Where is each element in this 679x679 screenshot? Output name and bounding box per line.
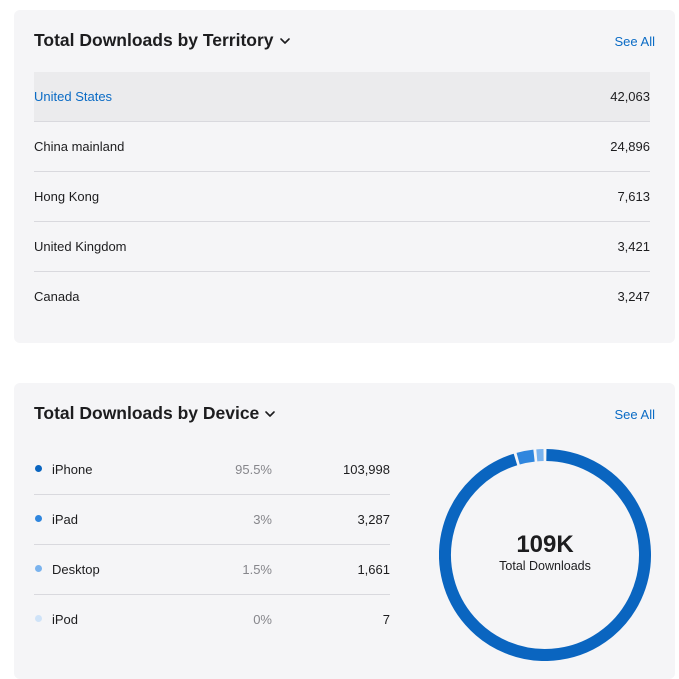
device-title-dropdown[interactable]: Total Downloads by Device: [34, 403, 276, 424]
device-percent: 3%: [253, 512, 272, 527]
device-name: iPod: [52, 612, 79, 627]
chevron-down-icon: [265, 410, 276, 417]
territory-value: 3,421: [617, 239, 650, 254]
dot-icon: [35, 615, 42, 622]
territory-name: Canada: [34, 289, 80, 304]
device-table: iPhone 95.5% 103,998 iPad 3% 3,287 Deskt…: [34, 445, 390, 645]
territory-value: 42,063: [610, 89, 650, 104]
donut-caption: Total Downloads: [499, 559, 591, 573]
device-percent: 0%: [253, 612, 272, 627]
device-percent: 1.5%: [242, 562, 272, 577]
device-percent: 95.5%: [235, 462, 272, 477]
territory-name: United Kingdom: [34, 239, 127, 254]
territory-row[interactable]: China mainland 24,896: [34, 122, 650, 172]
dot-icon: [35, 565, 42, 572]
territory-see-all-link[interactable]: See All: [615, 34, 655, 49]
territory-card: Total Downloads by Territory See All Uni…: [14, 10, 675, 343]
territory-name[interactable]: United States: [34, 89, 112, 104]
device-see-all-link[interactable]: See All: [615, 407, 655, 422]
territory-row[interactable]: Hong Kong 7,613: [34, 172, 650, 222]
territory-value: 24,896: [610, 139, 650, 154]
dot-icon: [35, 465, 42, 472]
device-name: iPhone: [52, 462, 93, 477]
device-value: 103,998: [343, 462, 390, 477]
device-title: Total Downloads by Device: [34, 403, 260, 423]
device-row[interactable]: iPad 3% 3,287: [34, 495, 390, 545]
territory-header: Total Downloads by Territory See All: [34, 30, 655, 52]
device-card: Total Downloads by Device See All iPhone…: [14, 383, 675, 679]
territory-name: Hong Kong: [34, 189, 100, 204]
device-row[interactable]: iPhone 95.5% 103,998: [34, 445, 390, 495]
device-value: 7: [382, 612, 390, 627]
device-name: Desktop: [52, 562, 100, 577]
territory-name: China mainland: [34, 139, 125, 154]
device-donut-chart[interactable]: 109K Total Downloads: [439, 449, 651, 661]
device-header: Total Downloads by Device See All: [34, 403, 655, 425]
device-row[interactable]: iPod 0% 7: [34, 595, 390, 645]
donut-total: 109K: [516, 531, 574, 558]
territory-table: United States 42,063 China mainland 24,8…: [34, 72, 650, 322]
territory-row[interactable]: United States 42,063: [34, 72, 650, 122]
territory-row[interactable]: United Kingdom 3,421: [34, 222, 650, 272]
territory-value: 3,247: [617, 289, 650, 304]
territory-row[interactable]: Canada 3,247: [34, 272, 650, 322]
device-value: 3,287: [357, 512, 390, 527]
chevron-down-icon: [279, 37, 290, 44]
territory-value: 7,613: [617, 189, 650, 204]
device-row[interactable]: Desktop 1.5% 1,661: [34, 545, 390, 595]
donut-center: 109K Total Downloads: [439, 449, 651, 661]
territory-title: Total Downloads by Territory: [34, 30, 274, 50]
device-name: iPad: [52, 512, 79, 527]
device-value: 1,661: [357, 562, 390, 577]
dot-icon: [35, 515, 42, 522]
territory-title-dropdown[interactable]: Total Downloads by Territory: [34, 30, 291, 51]
